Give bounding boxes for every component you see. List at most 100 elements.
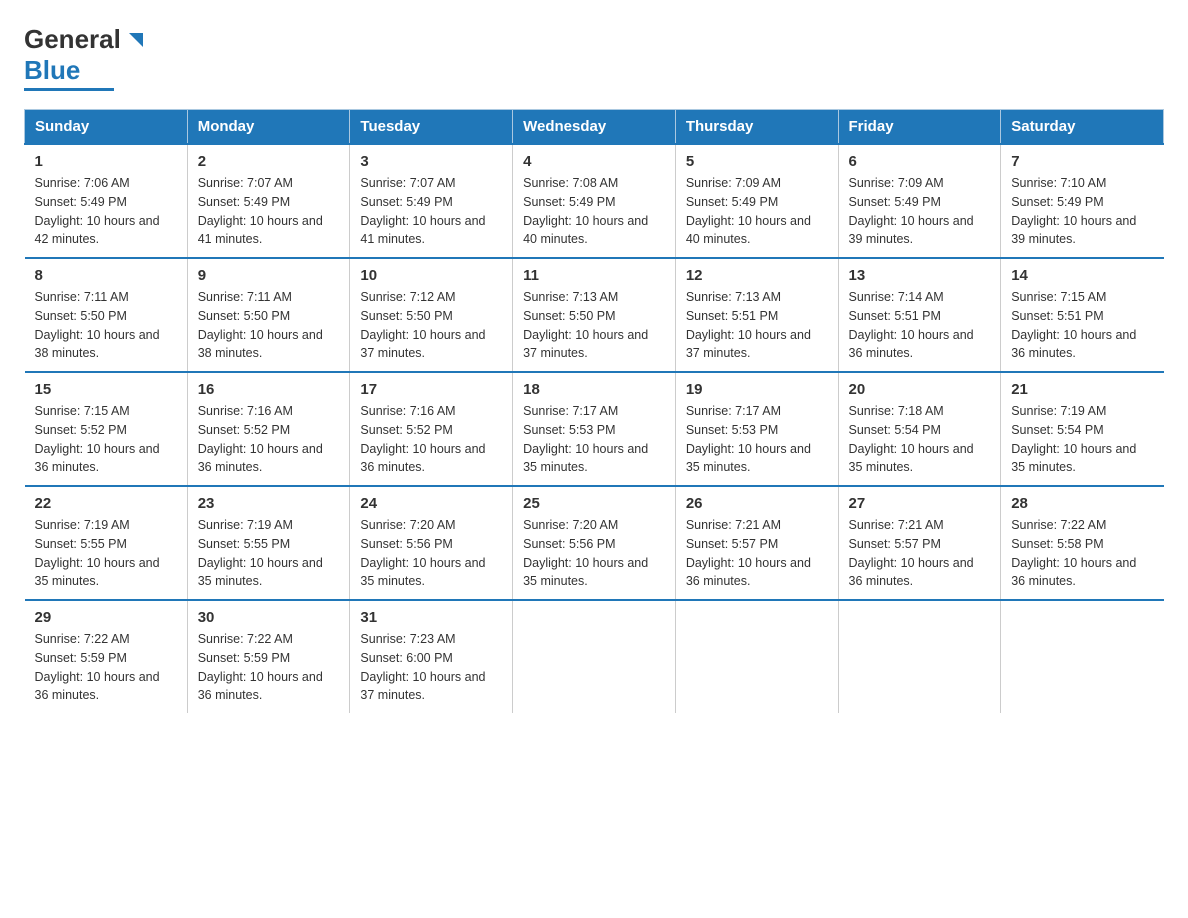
day-number: 20 xyxy=(849,381,991,398)
day-number: 22 xyxy=(35,495,177,512)
day-info: Sunrise: 7:17 AMSunset: 5:53 PMDaylight:… xyxy=(523,402,665,477)
day-number: 19 xyxy=(686,381,828,398)
calendar-cell: 7Sunrise: 7:10 AMSunset: 5:49 PMDaylight… xyxy=(1001,144,1164,258)
calendar-cell: 8 Sunrise: 7:11 AMSunset: 5:50 PMDaylight… xyxy=(25,258,188,372)
day-info: Sunrise: 7:22 AMSunset: 5:59 PMDaylight:… xyxy=(198,630,340,705)
day-info: Sunrise: 7:09 AMSunset: 5:49 PMDaylight:… xyxy=(686,174,828,249)
calendar-cell: 11 Sunrise: 7:13 AMSunset: 5:50 PMDayligh… xyxy=(513,258,676,372)
day-number: 14 xyxy=(1011,267,1153,284)
calendar-cell: 16Sunrise: 7:16 AMSunset: 5:52 PMDayligh… xyxy=(187,372,350,486)
day-info: Sunrise: 7:14 AMSunset: 5:51 PMDaylight:… xyxy=(849,288,991,363)
calendar-week-4: 22 Sunrise: 7:19 AMSunset: 5:55 PMDayligh… xyxy=(25,486,1164,600)
day-info: Sunrise: 7:11 AMSunset: 5:50 PMDaylight:… xyxy=(35,288,177,363)
calendar-cell: 15 Sunrise: 7:15 AMSunset: 5:52 PMDayligh… xyxy=(25,372,188,486)
day-number: 28 xyxy=(1011,495,1153,512)
day-number: 24 xyxy=(360,495,502,512)
day-info: Sunrise: 7:15 AMSunset: 5:52 PMDaylight:… xyxy=(35,402,177,477)
day-number: 7 xyxy=(1011,153,1153,170)
day-info: Sunrise: 7:18 AMSunset: 5:54 PMDaylight:… xyxy=(849,402,991,477)
header-wednesday: Wednesday xyxy=(513,110,676,145)
day-number: 21 xyxy=(1011,381,1153,398)
calendar-cell: 6 Sunrise: 7:09 AMSunset: 5:49 PMDaylight… xyxy=(838,144,1001,258)
day-info: Sunrise: 7:21 AMSunset: 5:57 PMDaylight:… xyxy=(686,516,828,591)
day-info: Sunrise: 7:08 AMSunset: 5:49 PMDaylight:… xyxy=(523,174,665,249)
day-number: 6 xyxy=(849,153,991,170)
day-number: 15 xyxy=(35,381,177,398)
calendar-week-2: 8 Sunrise: 7:11 AMSunset: 5:50 PMDaylight… xyxy=(25,258,1164,372)
calendar-cell: 23 Sunrise: 7:19 AMSunset: 5:55 PMDayligh… xyxy=(187,486,350,600)
header-thursday: Thursday xyxy=(675,110,838,145)
day-info: Sunrise: 7:13 AMSunset: 5:50 PMDaylight:… xyxy=(523,288,665,363)
day-number: 25 xyxy=(523,495,665,512)
day-info: Sunrise: 7:07 AMSunset: 5:49 PMDaylight:… xyxy=(360,174,502,249)
day-info: Sunrise: 7:19 AMSunset: 5:55 PMDaylight:… xyxy=(35,516,177,591)
logo-blue: Blue xyxy=(24,55,80,86)
calendar-cell: 20 Sunrise: 7:18 AMSunset: 5:54 PMDayligh… xyxy=(838,372,1001,486)
calendar-cell: 3 Sunrise: 7:07 AMSunset: 5:49 PMDaylight… xyxy=(350,144,513,258)
day-info: Sunrise: 7:06 AMSunset: 5:49 PMDaylight:… xyxy=(35,174,177,249)
day-number: 2 xyxy=(198,153,340,170)
day-number: 4 xyxy=(523,153,665,170)
day-number: 29 xyxy=(35,609,177,626)
calendar-cell: 14 Sunrise: 7:15 AMSunset: 5:51 PMDayligh… xyxy=(1001,258,1164,372)
day-number: 12 xyxy=(686,267,828,284)
day-info: Sunrise: 7:17 AMSunset: 5:53 PMDaylight:… xyxy=(686,402,828,477)
calendar-cell xyxy=(675,600,838,713)
day-number: 1 xyxy=(35,153,177,170)
day-info: Sunrise: 7:20 AMSunset: 5:56 PMDaylight:… xyxy=(360,516,502,591)
calendar-cell: 18Sunrise: 7:17 AMSunset: 5:53 PMDayligh… xyxy=(513,372,676,486)
calendar-cell: 17Sunrise: 7:16 AMSunset: 5:52 PMDayligh… xyxy=(350,372,513,486)
calendar-cell: 25 Sunrise: 7:20 AMSunset: 5:56 PMDayligh… xyxy=(513,486,676,600)
page-header: General Blue xyxy=(24,24,1164,91)
calendar-cell: 28 Sunrise: 7:22 AMSunset: 5:58 PMDayligh… xyxy=(1001,486,1164,600)
calendar-cell: 21 Sunrise: 7:19 AMSunset: 5:54 PMDayligh… xyxy=(1001,372,1164,486)
calendar-cell: 19 Sunrise: 7:17 AMSunset: 5:53 PMDayligh… xyxy=(675,372,838,486)
day-info: Sunrise: 7:09 AMSunset: 5:49 PMDaylight:… xyxy=(849,174,991,249)
day-info: Sunrise: 7:22 AMSunset: 5:59 PMDaylight:… xyxy=(35,630,177,705)
day-info: Sunrise: 7:20 AMSunset: 5:56 PMDaylight:… xyxy=(523,516,665,591)
header-saturday: Saturday xyxy=(1001,110,1164,145)
day-number: 10 xyxy=(360,267,502,284)
calendar-cell: 27 Sunrise: 7:21 AMSunset: 5:57 PMDayligh… xyxy=(838,486,1001,600)
day-number: 9 xyxy=(198,267,340,284)
day-info: Sunrise: 7:21 AMSunset: 5:57 PMDaylight:… xyxy=(849,516,991,591)
calendar-cell: 31Sunrise: 7:23 AMSunset: 6:00 PMDayligh… xyxy=(350,600,513,713)
day-info: Sunrise: 7:15 AMSunset: 5:51 PMDaylight:… xyxy=(1011,288,1153,363)
day-number: 27 xyxy=(849,495,991,512)
day-number: 26 xyxy=(686,495,828,512)
calendar-cell xyxy=(513,600,676,713)
calendar-week-1: 1 Sunrise: 7:06 AMSunset: 5:49 PMDaylight… xyxy=(25,144,1164,258)
calendar-cell xyxy=(1001,600,1164,713)
header-tuesday: Tuesday xyxy=(350,110,513,145)
calendar-table: SundayMondayTuesdayWednesdayThursdayFrid… xyxy=(24,109,1164,713)
calendar-cell: 26 Sunrise: 7:21 AMSunset: 5:57 PMDayligh… xyxy=(675,486,838,600)
day-number: 11 xyxy=(523,267,665,284)
day-number: 8 xyxy=(35,267,177,284)
calendar-cell xyxy=(838,600,1001,713)
logo-underline xyxy=(24,88,114,91)
day-info: Sunrise: 7:19 AMSunset: 5:55 PMDaylight:… xyxy=(198,516,340,591)
day-number: 23 xyxy=(198,495,340,512)
day-number: 31 xyxy=(360,609,502,626)
day-number: 30 xyxy=(198,609,340,626)
day-info: Sunrise: 7:19 AMSunset: 5:54 PMDaylight:… xyxy=(1011,402,1153,477)
calendar-cell: 1 Sunrise: 7:06 AMSunset: 5:49 PMDaylight… xyxy=(25,144,188,258)
calendar-week-5: 29 Sunrise: 7:22 AMSunset: 5:59 PMDayligh… xyxy=(25,600,1164,713)
calendar-cell: 12 Sunrise: 7:13 AMSunset: 5:51 PMDayligh… xyxy=(675,258,838,372)
day-number: 3 xyxy=(360,153,502,170)
calendar-cell: 13Sunrise: 7:14 AMSunset: 5:51 PMDayligh… xyxy=(838,258,1001,372)
logo: General Blue xyxy=(24,24,145,91)
calendar-header-row: SundayMondayTuesdayWednesdayThursdayFrid… xyxy=(25,110,1164,145)
day-info: Sunrise: 7:11 AMSunset: 5:50 PMDaylight:… xyxy=(198,288,340,363)
day-info: Sunrise: 7:22 AMSunset: 5:58 PMDaylight:… xyxy=(1011,516,1153,591)
day-info: Sunrise: 7:13 AMSunset: 5:51 PMDaylight:… xyxy=(686,288,828,363)
day-number: 17 xyxy=(360,381,502,398)
calendar-cell: 22 Sunrise: 7:19 AMSunset: 5:55 PMDayligh… xyxy=(25,486,188,600)
calendar-cell: 2Sunrise: 7:07 AMSunset: 5:49 PMDaylight… xyxy=(187,144,350,258)
logo-triangle-icon xyxy=(123,29,145,51)
calendar-cell: 9 Sunrise: 7:11 AMSunset: 5:50 PMDaylight… xyxy=(187,258,350,372)
day-info: Sunrise: 7:16 AMSunset: 5:52 PMDaylight:… xyxy=(198,402,340,477)
day-number: 5 xyxy=(686,153,828,170)
calendar-cell: 30 Sunrise: 7:22 AMSunset: 5:59 PMDayligh… xyxy=(187,600,350,713)
calendar-cell: 10Sunrise: 7:12 AMSunset: 5:50 PMDayligh… xyxy=(350,258,513,372)
